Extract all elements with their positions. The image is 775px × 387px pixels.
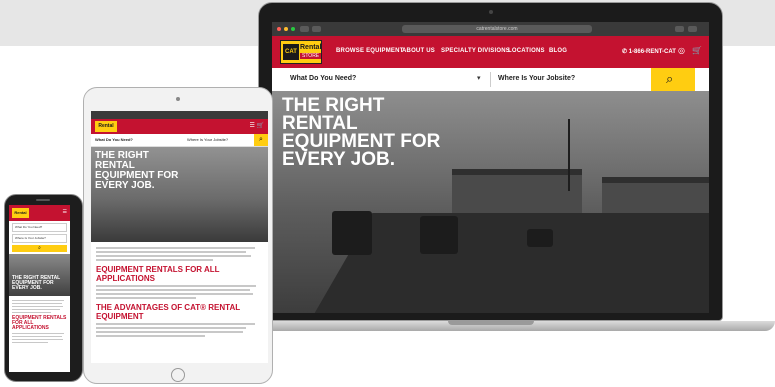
cat-rental-store-logo[interactable]: CAT Rental STORE [280,40,322,64]
address-bar-url: catrentalstore.com [476,26,518,32]
laptop-screen: catrentalstore.com CAT Rental STORE BROW… [272,22,709,313]
phone-link[interactable]: ✆ 1-866-RENT-CAT [622,48,676,55]
phone-body-content: EQUIPMENT RENTALS FOR ALL APPLICATIONS [9,296,70,347]
phone-hero-title: THE RIGHT RENTAL EQUIPMENT FOR EVERY JOB… [12,275,61,291]
text-line [96,293,253,295]
text-line [12,342,49,343]
house-image [602,177,709,215]
tablet-camera [176,97,180,101]
tablet-logo[interactable]: Rental [95,121,117,132]
laptop-notch [448,321,534,325]
tablet-search-button[interactable]: ⌕ [254,134,268,146]
text-line [12,333,64,334]
equipment-search-input[interactable]: What Do You Need? [290,75,356,82]
hero-banner: THE RIGHT RENTAL EQUIPMENT FOR EVERY JOB… [272,91,709,313]
close-window-icon[interactable] [277,27,281,31]
tablet-search-bar: What Do You Need? Where Is Your Jobsite?… [91,134,268,147]
tablet-hero-title: THE RIGHT RENTAL EQUIPMENT FOR EVERY JOB… [95,150,179,191]
phone-screen: Rental ☰ What Do You Need? Where Is Your… [9,205,70,372]
browser-toolbar: catrentalstore.com [272,22,709,36]
cart-icon[interactable]: 🛒 [692,46,702,55]
light-tower-trailer-image [527,229,553,247]
hero-title: THE RIGHT RENTAL EQUIPMENT FOR EVERY JOB… [282,95,441,170]
text-line [96,289,250,291]
text-line [96,297,197,299]
nav-browse-equipment[interactable]: BROWSE EQUIPMENT [336,48,404,54]
text-line [12,300,65,301]
house-image [452,169,582,213]
nav-locations[interactable]: LOCATIONS [508,48,545,54]
phone-speaker [36,199,50,201]
text-line [12,303,62,304]
phone-search-button[interactable]: ⌕ [12,245,67,252]
light-tower-image [568,119,570,191]
tablet-heading-applications: EQUIPMENT RENTALS FOR ALL APPLICATIONS [96,265,220,283]
tabs-button[interactable] [688,26,697,32]
text-line [96,251,247,253]
tablet-screen: Rental ☰ 🛒 What Do You Need? Where Is Yo… [91,111,268,363]
logo-cat-mark: CAT [283,44,299,60]
forward-button[interactable] [312,26,321,32]
equipment-search-bar: What Do You Need? ▾ Where Is Your Jobsit… [272,68,709,92]
search-button[interactable]: ⌕ [651,68,695,91]
nav-blog[interactable]: BLOG [549,48,567,54]
maximize-window-icon[interactable] [291,27,295,31]
phone-hero-banner: THE RIGHT RENTAL EQUIPMENT FOR EVERY JOB… [9,254,70,296]
phone-jobsite-input[interactable]: Where Is Your Jobsite? [12,234,67,243]
address-bar[interactable]: catrentalstore.com [402,25,592,33]
share-button[interactable] [675,26,684,32]
text-line [12,336,62,337]
logo-rental-text: Rental [300,44,322,51]
minimize-window-icon[interactable] [284,27,288,31]
site-header: CAT Rental STORE BROWSE EQUIPMENT ABOUT … [272,36,709,68]
tablet-site-header: Rental ☰ 🛒 [91,119,268,134]
jobsite-location-input[interactable]: Where Is Your Jobsite? [498,75,575,82]
phone-equipment-search-input[interactable]: What Do You Need? [12,223,67,232]
text-line [12,312,51,313]
search-icon: ⌕ [666,71,674,86]
search-divider [490,72,491,87]
nav-specialty-divisions[interactable]: SPECIALTY DIVISIONS [441,48,510,54]
user-icon[interactable]: ◎ [678,46,685,55]
nav-about-us[interactable]: ABOUT US [402,48,435,54]
phone-logo[interactable]: Rental [12,208,29,218]
text-line [96,331,243,333]
tablet-home-button[interactable] [171,368,185,382]
text-line [96,259,213,261]
tablet-hero-banner: THE RIGHT RENTAL EQUIPMENT FOR EVERY JOB… [91,147,268,242]
text-line [12,309,61,310]
phone-header-icons[interactable]: ☰ [63,209,67,215]
text-line [12,306,63,307]
text-line [96,335,205,337]
tablet-browser-toolbar [91,111,268,119]
tablet-jobsite-input[interactable]: Where Is Your Jobsite? [187,137,228,142]
tablet-body-content: EQUIPMENT RENTALS FOR ALL APPLICATIONS T… [91,242,268,342]
phone-site-header: Rental ☰ [9,205,70,221]
phone-heading-applications: EQUIPMENT RENTALS FOR ALL APPLICATIONS [12,315,67,331]
skid-steer-image [420,216,458,254]
logo-store-text: STORE [300,53,322,59]
text-line [96,247,255,249]
text-line [12,339,64,340]
tablet-heading-advantages: THE ADVANTAGES OF CAT® RENTAL EQUIPMENT [96,303,240,321]
back-button[interactable] [300,26,309,32]
phone-number: 1-866-RENT-CAT [628,49,676,55]
phone-icon: ✆ [622,49,628,55]
laptop-camera [489,10,493,14]
text-line [96,323,255,325]
roller-machine-image [332,211,372,255]
text-line [96,285,257,287]
text-line [96,255,252,257]
tablet-header-icons[interactable]: ☰ 🛒 [249,122,264,129]
text-line [96,327,247,329]
chevron-down-icon[interactable]: ▾ [477,74,481,82]
tablet-equipment-search-input[interactable]: What Do You Need? [95,137,133,142]
